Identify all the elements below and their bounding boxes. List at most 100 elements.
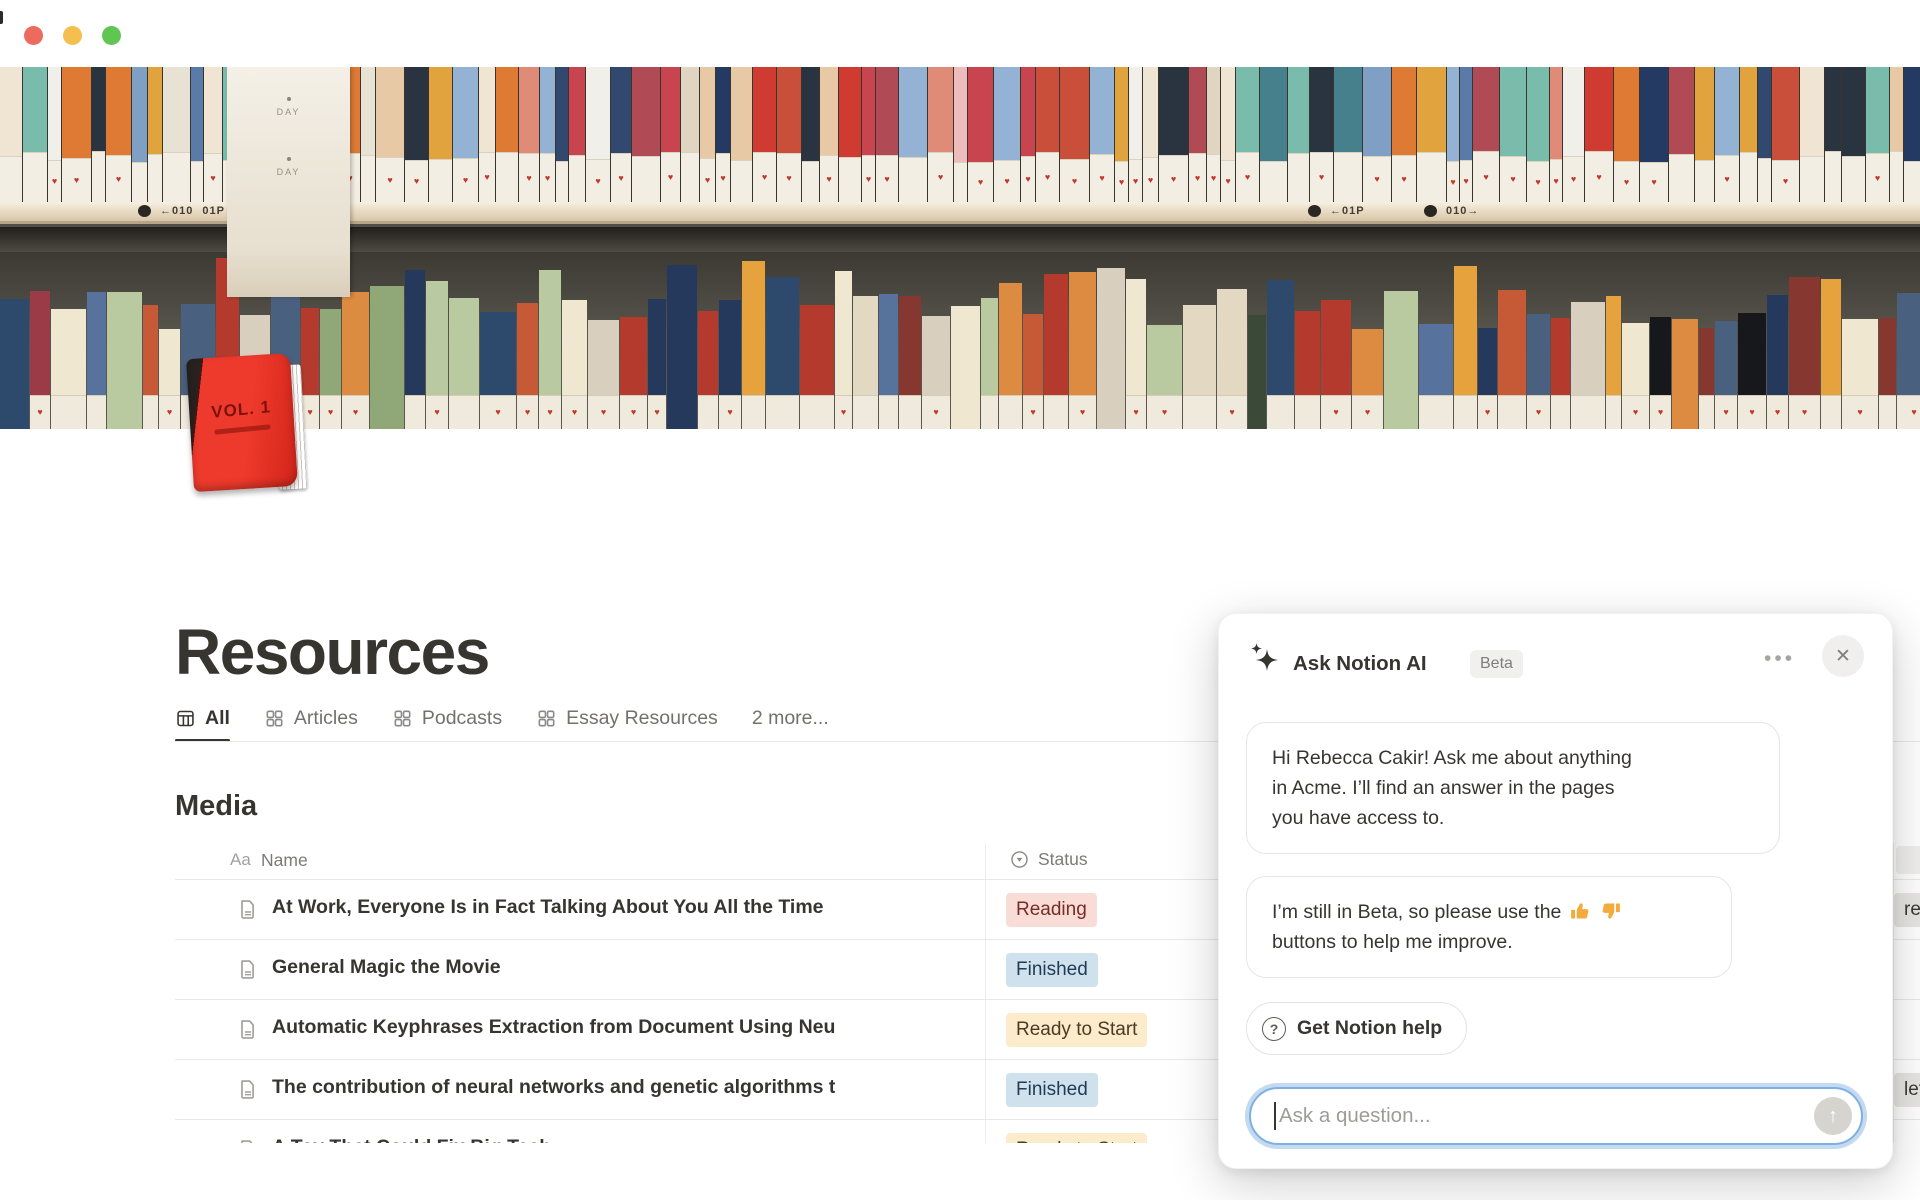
book-spine: [999, 283, 1022, 429]
book-spine: ♥: [922, 316, 950, 429]
book-spine: [92, 67, 105, 202]
book-spine: [107, 292, 142, 429]
minimize-window-button[interactable]: [63, 26, 82, 45]
status-pill[interactable]: Finished: [1006, 1073, 1098, 1107]
shelf-sticker-dot: [138, 205, 151, 217]
row-page-link[interactable]: General Magic the Movie: [272, 956, 501, 979]
book-spine: [496, 67, 518, 202]
zoom-window-button[interactable]: [102, 26, 121, 45]
book-spine: [879, 294, 898, 429]
book-spine: ♥: [1460, 67, 1472, 202]
clipped-tag-fragment: let: [1894, 1073, 1920, 1107]
page-icon-book-emoji[interactable]: VOL. 1: [190, 355, 307, 497]
status-column-header[interactable]: Status: [1009, 849, 1088, 870]
status-pill[interactable]: Reading: [1006, 893, 1097, 927]
tab-essay-resources[interactable]: Essay Resources: [536, 694, 718, 742]
book-spine: [981, 298, 998, 429]
book-spine: [839, 67, 861, 202]
name-column-header[interactable]: Name: [261, 850, 308, 871]
book-spine: ♥: [479, 67, 495, 202]
book-spine: [1672, 319, 1698, 429]
ai-message-bubble: Hi Rebecca Cakir! Ask me about anything …: [1246, 722, 1780, 854]
book-spine: ♥: [1310, 67, 1333, 202]
page-document-icon: [237, 1078, 260, 1106]
book-spine: [132, 67, 147, 202]
book-spine: [698, 311, 718, 429]
cursor-fragment: [0, 11, 3, 24]
book-spine: ♥: [1090, 67, 1114, 202]
more-options-button[interactable]: •••: [1764, 647, 1795, 671]
tab-podcasts[interactable]: Podcasts: [392, 694, 502, 742]
book-spine: ♥: [1143, 67, 1158, 202]
notion-window: ♥♥♥♥♥♥♥♥♥♥♥♥♥♥♥♥♥♥♥♥♥♥♥♥♥♥♥♥♥♥♥♥♥♥♥♥♥♥♥♥…: [0, 0, 1920, 1200]
row-page-link[interactable]: At Work, Everyone Is in Fact Talking Abo…: [272, 896, 824, 919]
book-spine: [1904, 67, 1920, 202]
page-document-icon: [237, 958, 260, 986]
book-spine: ♥: [1189, 67, 1206, 202]
row-page-link[interactable]: The contribution of neural networks and …: [272, 1076, 835, 1099]
book-spine: [143, 305, 158, 429]
book-spine: [0, 67, 22, 202]
book-spine: ♥: [1473, 67, 1499, 202]
book-spine: ♥: [1550, 67, 1562, 202]
book-spine: ♥: [1650, 317, 1671, 429]
book-spine: ♥: [1715, 321, 1737, 429]
ask-notion-ai-panel: Ask Notion AI Beta ••• ✕ Hi Rebecca Caki…: [1218, 613, 1893, 1169]
clipped-column-header-fragment: [1896, 846, 1920, 874]
page-title: Resources: [175, 619, 489, 686]
question-mark-icon: [1262, 1017, 1286, 1041]
book-spine: [1606, 296, 1621, 429]
book-spine: [51, 309, 86, 429]
book-spine: ♥: [1217, 289, 1247, 429]
book-spine: [1498, 290, 1526, 429]
book-spine: ♥: [1023, 314, 1043, 429]
book-spine: ♥: [1159, 67, 1188, 202]
book-spine: ♥: [1738, 313, 1766, 429]
book-spine: [449, 298, 479, 429]
book-spine: ♥: [611, 67, 631, 202]
book-spine: ♥: [204, 67, 222, 202]
book-spine: [148, 67, 162, 202]
get-notion-help-button[interactable]: Get Notion help: [1246, 1002, 1467, 1055]
book-spine: [1183, 305, 1216, 429]
book-spine: ♥: [835, 271, 852, 429]
row-page-link[interactable]: Automatic Keyphrases Extraction from Doc…: [272, 1016, 835, 1039]
page-document-icon: [237, 1018, 260, 1046]
status-pill[interactable]: Finished: [1006, 953, 1098, 987]
status-pill[interactable]: Ready to Start: [1006, 1013, 1147, 1047]
close-panel-button[interactable]: ✕: [1822, 635, 1864, 677]
book-spine: [1454, 266, 1477, 429]
close-window-button[interactable]: [24, 26, 43, 45]
tab-2-more[interactable]: 2 more...: [752, 694, 829, 742]
book-spine: ♥: [1842, 319, 1878, 429]
book-spine: [853, 296, 878, 429]
book-spine: [742, 261, 765, 429]
book-spine: [1384, 291, 1418, 429]
ask-question-input[interactable]: [1277, 1093, 1797, 1139]
book-spine: [1571, 302, 1605, 429]
book-spine: [802, 67, 819, 202]
shelf-label-text: 010→: [1446, 205, 1479, 217]
tab-all[interactable]: All: [175, 694, 230, 742]
book-spine: [361, 67, 375, 202]
ask-question-box: ↑: [1249, 1087, 1863, 1145]
tab-articles[interactable]: Articles: [264, 694, 358, 742]
gallery-icon: [264, 708, 285, 729]
book-spine: ♥: [517, 303, 538, 429]
book-spine: ♥: [1126, 279, 1146, 429]
message-line: Hi Rebecca Cakir! Ask me about anything: [1272, 743, 1754, 773]
book-spine: [1842, 67, 1865, 202]
book-spine: ♥: [1115, 67, 1128, 202]
bookend-label: DAY: [277, 97, 301, 117]
send-arrow-icon: ↑: [1828, 1105, 1838, 1128]
send-button[interactable]: ↑: [1814, 1097, 1852, 1135]
book-spine: ♥: [1352, 329, 1383, 429]
book-spine: [1260, 67, 1287, 202]
database-section-title: Media: [175, 790, 257, 823]
book-spine: ♥: [519, 67, 539, 202]
tab-label: All: [205, 707, 230, 730]
book-spine: ♥: [994, 67, 1020, 202]
book-spine: [1890, 67, 1903, 202]
message-line: I’m still in Beta, so please use the: [1272, 897, 1706, 927]
book-spine: ♥: [30, 291, 50, 429]
